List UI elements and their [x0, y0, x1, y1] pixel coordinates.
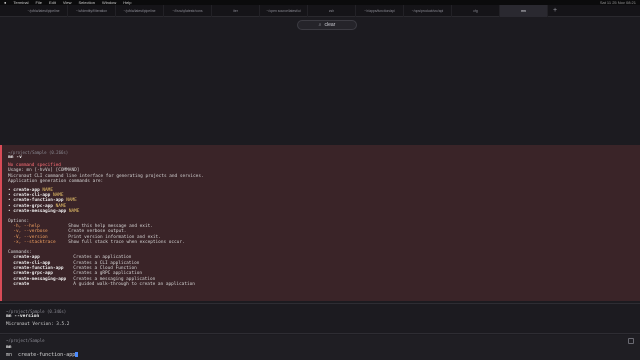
version-output-block: ~/project/Sample (0.346s) mn --version M… — [0, 307, 640, 333]
tab-7[interactable]: ~/r/apps/function/api — [356, 4, 404, 17]
option-desc: Create verbose output. — [68, 229, 127, 235]
gen-command-arg: NAME — [66, 198, 77, 204]
prompt-path: ~/project/Sample — [6, 338, 45, 343]
prompt-context: mn — [6, 345, 12, 350]
command-input-text: mn create-function-app — [6, 352, 76, 358]
version-output: Micronaut Version: 3.5.2 — [6, 322, 70, 327]
text-caret — [75, 352, 79, 357]
divider — [0, 333, 640, 334]
tab-5[interactable]: ~/open source/latest/ui — [260, 4, 308, 17]
divider — [0, 303, 640, 304]
search-bar[interactable]: ⌕ clear — [297, 20, 357, 30]
command-input-area[interactable]: ~/project/Sample mn mn create-function-a… — [0, 335, 640, 360]
tab-6[interactable]: zsh — [308, 4, 356, 17]
command-desc: Creates an application — [73, 255, 132, 261]
search-icon: ⌕ — [318, 22, 322, 28]
option-desc: Show full stack trace when exceptions oc… — [68, 240, 185, 246]
tab-2[interactable]: ~/p/bla/latest/pipeline — [116, 4, 164, 17]
tab-9[interactable]: cfg — [452, 4, 500, 17]
new-tab-button[interactable]: + — [548, 5, 562, 17]
option-flag: -x, --stacktrace — [13, 240, 56, 246]
command-name: create — [13, 282, 30, 288]
tab-bar: ~/p/bla/latest/pipeline ~/c/identity/f/i… — [0, 4, 640, 17]
gen-command-name: create-messaging-app — [13, 209, 67, 215]
error-output-block: ~/project/Sample (0.266s) mn -v No comma… — [0, 145, 640, 301]
command-input[interactable]: mn create-function-app — [6, 352, 79, 358]
tab-4[interactable]: iter — [212, 4, 260, 17]
command-desc: Creates a messaging application — [73, 276, 156, 282]
command-desc: Creates a CLI application — [73, 260, 140, 266]
tab-active[interactable]: mn — [500, 4, 548, 17]
tab-0[interactable]: ~/p/bla/latest/pipeline — [20, 4, 68, 17]
search-query: clear — [324, 22, 336, 28]
gen-command-arg: NAME — [42, 187, 53, 193]
command-desc: Creates a gRPC application — [73, 271, 143, 277]
command-desc: A guided walk-through to create an appli… — [73, 282, 195, 288]
tab-3[interactable]: ~/l/src/q/latestr/cons — [164, 4, 212, 17]
command-row: create A guided walk-through to create an… — [8, 282, 640, 287]
gen-command-arg: NAME — [68, 209, 80, 215]
gen-command-name: create-function-app — [13, 198, 64, 204]
tab-8[interactable]: ~/ops/product/src/api — [404, 4, 452, 17]
expand-icon[interactable] — [628, 338, 634, 344]
tab-1[interactable]: ~/c/identity/f/iteration — [68, 4, 116, 17]
gen-command-name: create-app — [13, 187, 40, 193]
